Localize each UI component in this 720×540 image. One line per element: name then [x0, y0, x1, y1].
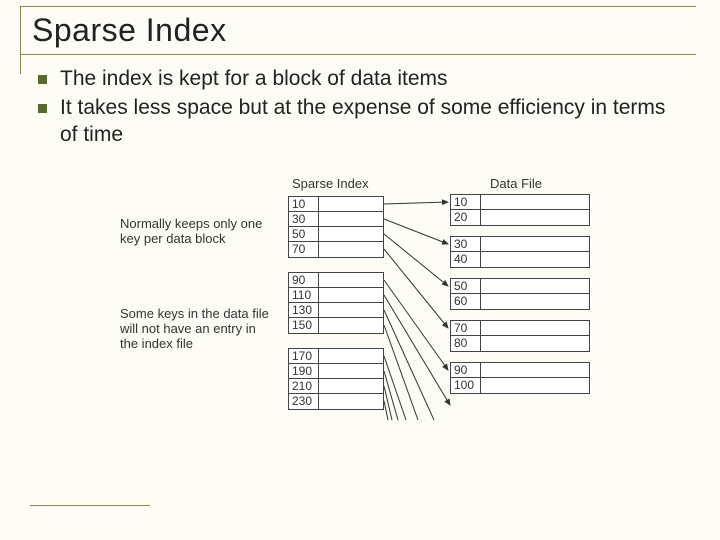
data-rest — [481, 294, 589, 309]
data-block: 90 100 — [450, 362, 590, 394]
index-key: 50 — [289, 227, 319, 241]
data-rest — [481, 363, 589, 377]
diagram: Sparse Index Data File Normally keeps on… — [120, 180, 680, 480]
arrow-icon — [384, 234, 448, 286]
index-block: 10 30 50 70 — [288, 196, 384, 258]
bullet-list: The index is kept for a block of data it… — [60, 66, 680, 151]
index-row: 210 — [289, 379, 383, 394]
index-key: 170 — [289, 349, 319, 363]
data-block: 50 60 — [450, 278, 590, 310]
arrow-icon — [384, 249, 448, 328]
note-text: Some keys in the data file will not have… — [120, 306, 270, 351]
index-ptr — [319, 349, 383, 363]
data-rest — [481, 321, 589, 335]
index-ptr — [319, 212, 383, 226]
rule-bottom — [20, 54, 696, 55]
index-ptr — [319, 318, 383, 333]
index-ptr — [319, 394, 383, 409]
index-row: 170 — [289, 349, 383, 364]
index-key: 10 — [289, 197, 319, 211]
rule-left — [20, 6, 21, 74]
data-block: 10 20 — [450, 194, 590, 226]
arrow-icon — [384, 356, 406, 420]
index-ptr — [319, 288, 383, 302]
data-row: 70 — [451, 321, 589, 336]
index-row: 130 — [289, 303, 383, 318]
arrow-icon — [384, 280, 448, 370]
data-row: 90 — [451, 363, 589, 378]
index-row: 150 — [289, 318, 383, 333]
index-row: 90 — [289, 273, 383, 288]
data-key: 70 — [451, 321, 481, 335]
index-key: 90 — [289, 273, 319, 287]
index-key: 110 — [289, 288, 319, 302]
rule-top — [20, 6, 696, 7]
index-key: 210 — [289, 379, 319, 393]
data-key: 20 — [451, 210, 481, 225]
label-sparse-index: Sparse Index — [292, 176, 369, 191]
data-row: 20 — [451, 210, 589, 225]
note-text: Normally keeps only one key per data blo… — [120, 216, 270, 246]
index-row: 110 — [289, 288, 383, 303]
data-key: 50 — [451, 279, 481, 293]
arrow-icon — [384, 386, 392, 420]
data-row: 60 — [451, 294, 589, 309]
data-row: 80 — [451, 336, 589, 351]
arrow-icon — [384, 325, 418, 420]
arrow-icon — [384, 295, 450, 405]
bullet-item: It takes less space but at the expense o… — [60, 95, 680, 149]
arrow-icon — [384, 401, 388, 420]
index-row: 70 — [289, 242, 383, 257]
index-row: 50 — [289, 227, 383, 242]
label-data-file: Data File — [490, 176, 542, 191]
data-row: 10 — [451, 195, 589, 210]
data-key: 100 — [451, 378, 481, 393]
data-block: 30 40 — [450, 236, 590, 268]
data-rest — [481, 210, 589, 225]
index-ptr — [319, 197, 383, 211]
index-block: 90 110 130 150 — [288, 272, 384, 334]
index-key: 130 — [289, 303, 319, 317]
data-key: 80 — [451, 336, 481, 351]
data-key: 10 — [451, 195, 481, 209]
data-rest — [481, 279, 589, 293]
arrow-icon — [384, 371, 398, 420]
data-key: 40 — [451, 252, 481, 267]
index-key: 150 — [289, 318, 319, 333]
data-rest — [481, 237, 589, 251]
data-key: 90 — [451, 363, 481, 377]
data-row: 40 — [451, 252, 589, 267]
slide-title: Sparse Index — [32, 12, 227, 49]
arrow-icon — [384, 310, 434, 420]
data-rest — [481, 378, 589, 393]
index-ptr — [319, 273, 383, 287]
index-ptr — [319, 379, 383, 393]
index-key: 230 — [289, 394, 319, 409]
index-ptr — [319, 364, 383, 378]
rule-footer — [30, 505, 150, 506]
data-rest — [481, 195, 589, 209]
data-rest — [481, 336, 589, 351]
data-key: 60 — [451, 294, 481, 309]
data-row: 50 — [451, 279, 589, 294]
arrow-icon — [384, 202, 448, 204]
bullet-item: The index is kept for a block of data it… — [60, 66, 680, 93]
index-row: 190 — [289, 364, 383, 379]
data-key: 30 — [451, 237, 481, 251]
index-row: 230 — [289, 394, 383, 409]
index-key: 70 — [289, 242, 319, 257]
index-row: 10 — [289, 197, 383, 212]
index-ptr — [319, 303, 383, 317]
data-row: 30 — [451, 237, 589, 252]
index-block: 170 190 210 230 — [288, 348, 384, 410]
data-row: 100 — [451, 378, 589, 393]
arrow-icon — [384, 219, 448, 244]
index-ptr — [319, 242, 383, 257]
data-rest — [481, 252, 589, 267]
index-ptr — [319, 227, 383, 241]
index-key: 30 — [289, 212, 319, 226]
index-row: 30 — [289, 212, 383, 227]
data-block: 70 80 — [450, 320, 590, 352]
index-key: 190 — [289, 364, 319, 378]
